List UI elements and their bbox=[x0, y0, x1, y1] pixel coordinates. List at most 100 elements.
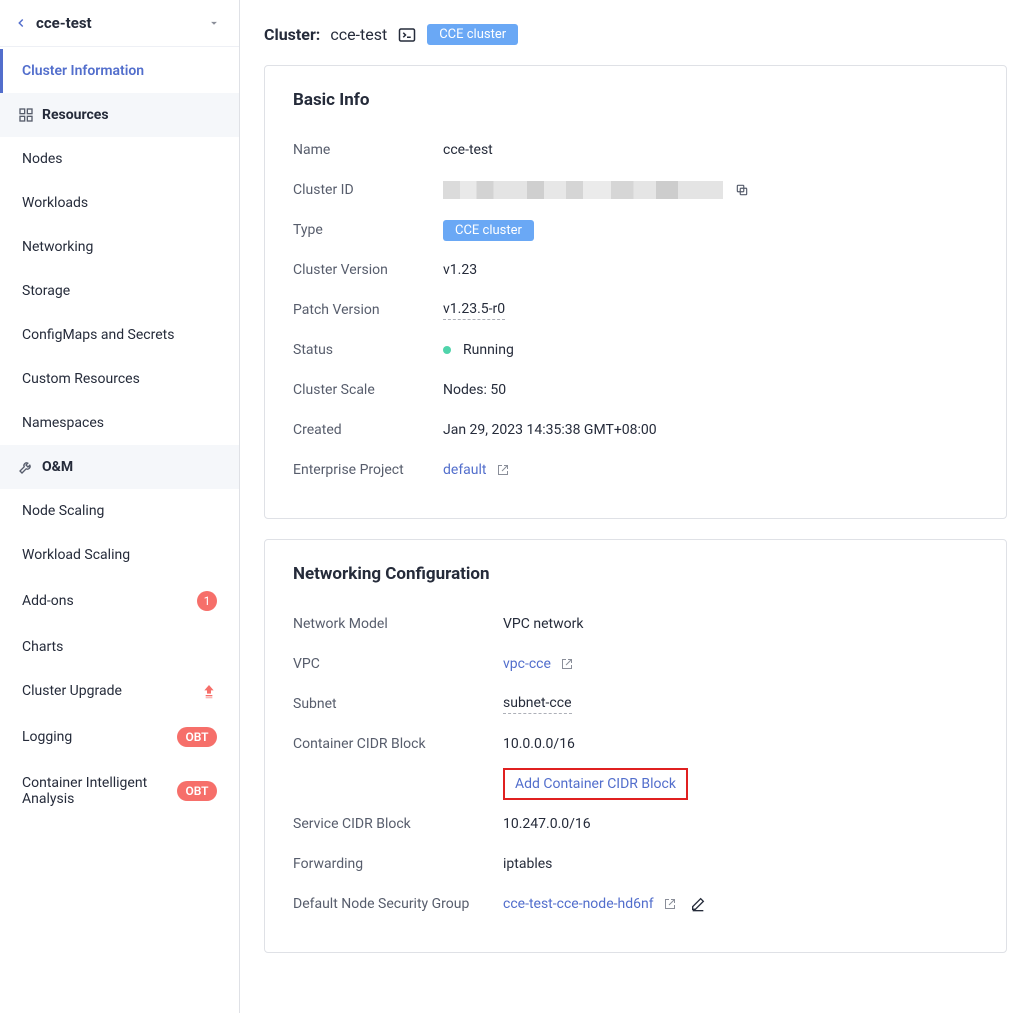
label: Cluster Scale bbox=[293, 382, 443, 398]
row-name: Name cce-test bbox=[293, 130, 978, 170]
edit-icon[interactable] bbox=[690, 896, 706, 912]
sidebar-item-label: Container Intelligent Analysis bbox=[22, 775, 162, 807]
sidebar-group-label: O&M bbox=[42, 459, 73, 475]
sidebar-item-networking[interactable]: Networking bbox=[0, 225, 239, 269]
sidebar-item-label: Cluster Information bbox=[22, 63, 144, 79]
upgrade-icon bbox=[201, 683, 217, 699]
value: Nodes: 50 bbox=[443, 382, 506, 398]
sidebar-item-cia[interactable]: Container Intelligent Analysis OBT bbox=[0, 761, 239, 821]
row-add-cidr: Add Container CIDR Block bbox=[293, 764, 978, 804]
sidebar-item-cluster-upgrade[interactable]: Cluster Upgrade bbox=[0, 669, 239, 713]
sidebar-title: cce-test bbox=[36, 14, 207, 32]
sidebar-item-workload-scaling[interactable]: Workload Scaling bbox=[0, 533, 239, 577]
sidebar-item-namespaces[interactable]: Namespaces bbox=[0, 401, 239, 445]
row-enterprise-project: Enterprise Project default bbox=[293, 450, 978, 490]
external-link-icon[interactable] bbox=[664, 898, 676, 910]
sidebar-group-om: O&M bbox=[0, 445, 239, 489]
terminal-icon[interactable] bbox=[397, 26, 417, 44]
security-group-link[interactable]: cce-test-cce-node-hd6nf bbox=[503, 896, 654, 912]
label: Service CIDR Block bbox=[293, 816, 503, 832]
sidebar-item-charts[interactable]: Charts bbox=[0, 625, 239, 669]
sidebar-header[interactable]: cce-test bbox=[0, 0, 239, 47]
vpc-link[interactable]: vpc-cce bbox=[503, 656, 551, 672]
label: Forwarding bbox=[293, 856, 503, 872]
label: Type bbox=[293, 222, 443, 238]
row-created: Created Jan 29, 2023 14:35:38 GMT+08:00 bbox=[293, 410, 978, 450]
back-icon[interactable] bbox=[14, 16, 28, 30]
sidebar-item-addons[interactable]: Add-ons 1 bbox=[0, 577, 239, 625]
type-pill: CCE cluster bbox=[443, 220, 534, 241]
value bbox=[443, 181, 749, 199]
row-vpc: VPC vpc-cce bbox=[293, 644, 978, 684]
row-cluster-version: Cluster Version v1.23 bbox=[293, 250, 978, 290]
row-container-cidr: Container CIDR Block 10.0.0.0/16 bbox=[293, 724, 978, 764]
title-bar: Cluster: cce-test CCE cluster bbox=[264, 24, 1007, 45]
sidebar-item-configmaps[interactable]: ConfigMaps and Secrets bbox=[0, 313, 239, 357]
sidebar-item-label: Charts bbox=[22, 639, 63, 655]
add-container-cidr-link[interactable]: Add Container CIDR Block bbox=[515, 776, 676, 792]
sidebar-group-resources: Resources bbox=[0, 93, 239, 137]
sidebar-item-label: Storage bbox=[22, 283, 70, 299]
label: Patch Version bbox=[293, 302, 443, 318]
sidebar-item-label: Node Scaling bbox=[22, 503, 104, 519]
sidebar-item-nodes[interactable]: Nodes bbox=[0, 137, 239, 181]
external-link-icon[interactable] bbox=[497, 464, 509, 476]
sidebar: cce-test Cluster Information Resources N… bbox=[0, 0, 240, 1013]
value: v1.23 bbox=[443, 262, 477, 278]
value[interactable]: subnet-cce bbox=[503, 695, 572, 714]
wrench-icon bbox=[18, 459, 34, 475]
sidebar-item-label: Cluster Upgrade bbox=[22, 683, 122, 699]
cluster-type-pill: CCE cluster bbox=[427, 24, 518, 45]
sidebar-item-label: Nodes bbox=[22, 151, 63, 167]
row-forwarding: Forwarding iptables bbox=[293, 844, 978, 884]
sidebar-group-label: Resources bbox=[42, 107, 109, 123]
label: Container CIDR Block bbox=[293, 736, 503, 752]
section-heading: Networking Configuration bbox=[293, 564, 978, 584]
label: Enterprise Project bbox=[293, 462, 443, 478]
sidebar-item-cluster-info[interactable]: Cluster Information bbox=[0, 49, 239, 93]
sidebar-item-label: Logging bbox=[22, 729, 72, 745]
row-cluster-id: Cluster ID bbox=[293, 170, 978, 210]
label: Default Node Security Group bbox=[293, 896, 503, 912]
title-prefix: Cluster: bbox=[264, 25, 320, 44]
status-dot-icon bbox=[443, 346, 451, 354]
value: iptables bbox=[503, 856, 552, 872]
value[interactable]: v1.23.5-r0 bbox=[443, 301, 505, 320]
main-content: Cluster: cce-test CCE cluster Basic Info… bbox=[240, 0, 1031, 1013]
sidebar-item-workloads[interactable]: Workloads bbox=[0, 181, 239, 225]
label: Status bbox=[293, 342, 443, 358]
row-patch-version: Patch Version v1.23.5-r0 bbox=[293, 290, 978, 330]
grid-icon bbox=[18, 107, 34, 123]
value: 10.247.0.0/16 bbox=[503, 816, 591, 832]
value: Jan 29, 2023 14:35:38 GMT+08:00 bbox=[443, 422, 657, 438]
row-cluster-scale: Cluster Scale Nodes: 50 bbox=[293, 370, 978, 410]
sidebar-item-storage[interactable]: Storage bbox=[0, 269, 239, 313]
badge-obt: OBT bbox=[177, 781, 217, 801]
row-network-model: Network Model VPC network bbox=[293, 604, 978, 644]
value: Running bbox=[463, 342, 514, 358]
row-default-sg: Default Node Security Group cce-test-cce… bbox=[293, 884, 978, 924]
sidebar-item-logging[interactable]: Logging OBT bbox=[0, 713, 239, 761]
cluster-name: cce-test bbox=[330, 25, 387, 44]
label: Created bbox=[293, 422, 443, 438]
label: Cluster ID bbox=[293, 182, 443, 198]
section-heading: Basic Info bbox=[293, 90, 978, 110]
badge-obt: OBT bbox=[177, 727, 217, 747]
sidebar-item-node-scaling[interactable]: Node Scaling bbox=[0, 489, 239, 533]
sidebar-item-label: ConfigMaps and Secrets bbox=[22, 327, 174, 343]
redacted-id bbox=[443, 181, 723, 199]
enterprise-project-link[interactable]: default bbox=[443, 462, 487, 478]
sidebar-item-label: Add-ons bbox=[22, 593, 74, 609]
badge-addons-count: 1 bbox=[197, 591, 217, 611]
row-status: Status Running bbox=[293, 330, 978, 370]
external-link-icon[interactable] bbox=[561, 658, 573, 670]
chevron-down-icon[interactable] bbox=[207, 16, 221, 30]
label: VPC bbox=[293, 656, 503, 672]
copy-icon[interactable] bbox=[735, 183, 749, 197]
label: Subnet bbox=[293, 696, 503, 712]
row-subnet: Subnet subnet-cce bbox=[293, 684, 978, 724]
networking-card: Networking Configuration Network Model V… bbox=[264, 539, 1007, 953]
sidebar-item-label: Custom Resources bbox=[22, 371, 140, 387]
label: Cluster Version bbox=[293, 262, 443, 278]
sidebar-item-custom-resources[interactable]: Custom Resources bbox=[0, 357, 239, 401]
